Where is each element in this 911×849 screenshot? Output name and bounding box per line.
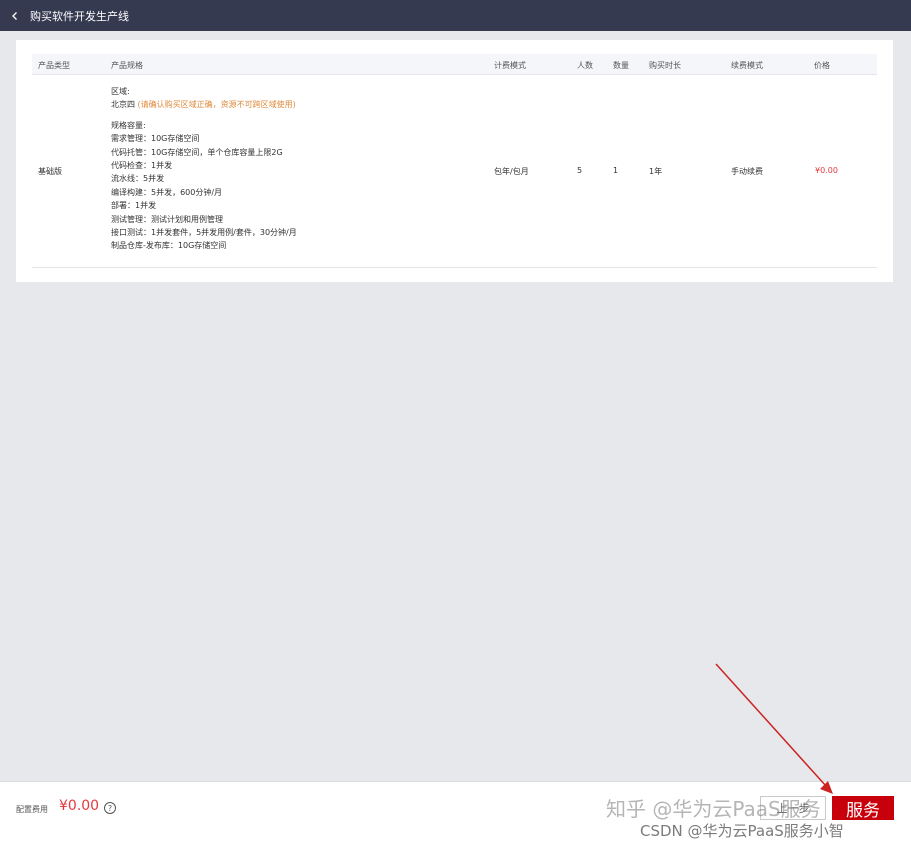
- col-users: 人数: [577, 61, 593, 70]
- col-product-spec: 产品规格: [111, 61, 143, 70]
- top-bar: 购买软件开发生产线: [0, 0, 911, 31]
- spec-line: 测试管理：测试计划和用例管理: [111, 214, 223, 224]
- quantity-value: 1: [613, 166, 619, 175]
- spec-line: 代码托管：10G存储空间，单个仓库容量上限2G: [111, 147, 283, 157]
- col-billing: 计费模式: [494, 61, 526, 70]
- price-value: ¥0.00: [815, 166, 838, 175]
- spec-line: 编译构建：5并发，600分钟/月: [111, 187, 223, 197]
- product-type-value: 基础版: [38, 167, 62, 176]
- col-quantity: 数量: [613, 61, 629, 70]
- spec-line: 部署：1并发: [111, 201, 157, 211]
- spec-label: 规格容量:: [111, 120, 146, 130]
- region-value: 北京四: [111, 100, 135, 110]
- col-renew: 续费模式: [731, 61, 763, 70]
- order-card: 产品类型 产品规格 计费模式 人数 数量 购买时长 续费模式 价格 基础版 区域…: [16, 40, 893, 282]
- table-header: 产品类型 产品规格 计费模式 人数 数量 购买时长 续费模式 价格: [32, 54, 877, 75]
- region-label: 区域:: [111, 87, 130, 96]
- fee-label: 配置费用: [16, 805, 48, 814]
- fee-value: ¥0.00: [59, 798, 100, 814]
- col-price: 价格: [814, 61, 830, 70]
- col-product-type: 产品类型: [38, 61, 70, 70]
- arrow-line: [715, 663, 827, 787]
- help-icon[interactable]: ?: [104, 802, 116, 814]
- spec-line: 代码检查：1并发: [111, 161, 173, 171]
- billing-value: 包年/包月: [494, 167, 529, 176]
- users-value: 5: [577, 166, 583, 175]
- watermark-zhihu: 知乎 @华为云PaaS服务: [606, 797, 821, 821]
- spec-line: 流水线：5并发: [111, 174, 165, 184]
- spec-line: 制品仓库-发布库：10G存储空间: [111, 241, 227, 251]
- region-line: 北京四 (请确认购买区域正确，资源不可跨区域使用): [111, 98, 297, 111]
- row-divider: [32, 267, 877, 268]
- product-spec: 区域: 北京四 (请确认购买区域正确，资源不可跨区域使用) 规格容量: 需求管理…: [111, 85, 297, 253]
- duration-value: 1年: [649, 167, 663, 176]
- watermark-csdn: CSDN @华为云PaaS服务小智: [640, 822, 844, 840]
- renew-value: 手动续费: [731, 167, 763, 176]
- region-note: (请确认购买区域正确，资源不可跨区域使用): [137, 100, 296, 110]
- page-title: 购买软件开发生产线: [30, 9, 129, 23]
- buy-button[interactable]: 服务: [832, 796, 894, 821]
- back-button[interactable]: [0, 0, 30, 31]
- spec-line: 接口测试：1并发套件，5并发用例/套件，30分钟/月: [111, 228, 297, 238]
- chevron-left-icon: [12, 11, 17, 20]
- col-duration: 购买时长: [649, 61, 681, 70]
- spec-line: 需求管理：10G存储空间: [111, 134, 200, 144]
